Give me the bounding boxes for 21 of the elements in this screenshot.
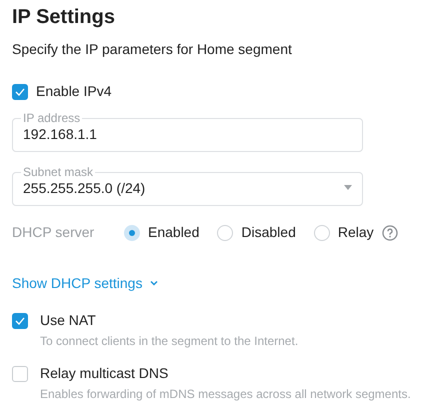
checkbox[interactable]: [12, 312, 28, 328]
hint-text: Enables forwarding of mDNS messages across all network segments.: [40, 386, 412, 402]
input-field[interactable]: IP address 192.168.1.1: [12, 112, 363, 152]
radio-option[interactable]: Disabled: [217, 222, 296, 243]
page-title: IP Settings: [12, 5, 116, 30]
checkbox-label: Relay multicast DNS: [40, 364, 168, 383]
checkmark-icon: [15, 316, 25, 324]
radio-option[interactable]: Relay: [314, 222, 374, 243]
hint-text: To connect clients in the segment to the Internet.: [40, 333, 300, 349]
checkbox-label: Enable IPv4: [36, 82, 112, 101]
checkbox[interactable]: [12, 84, 28, 100]
radio-option[interactable]: Enabled: [124, 222, 200, 243]
checkmark-icon: [15, 88, 25, 96]
chevron-down-icon: [150, 281, 158, 286]
field-label: DHCP server: [12, 223, 96, 242]
dropdown-caret-icon: [344, 185, 352, 190]
help-icon[interactable]: [382, 224, 398, 240]
page-description: Specify the IP parameters for Home segment: [12, 40, 293, 59]
checkbox[interactable]: [12, 366, 28, 382]
checkbox-label: Use NAT: [40, 311, 96, 330]
select-field[interactable]: Subnet mask 255.255.255.0 (/24): [12, 166, 363, 206]
